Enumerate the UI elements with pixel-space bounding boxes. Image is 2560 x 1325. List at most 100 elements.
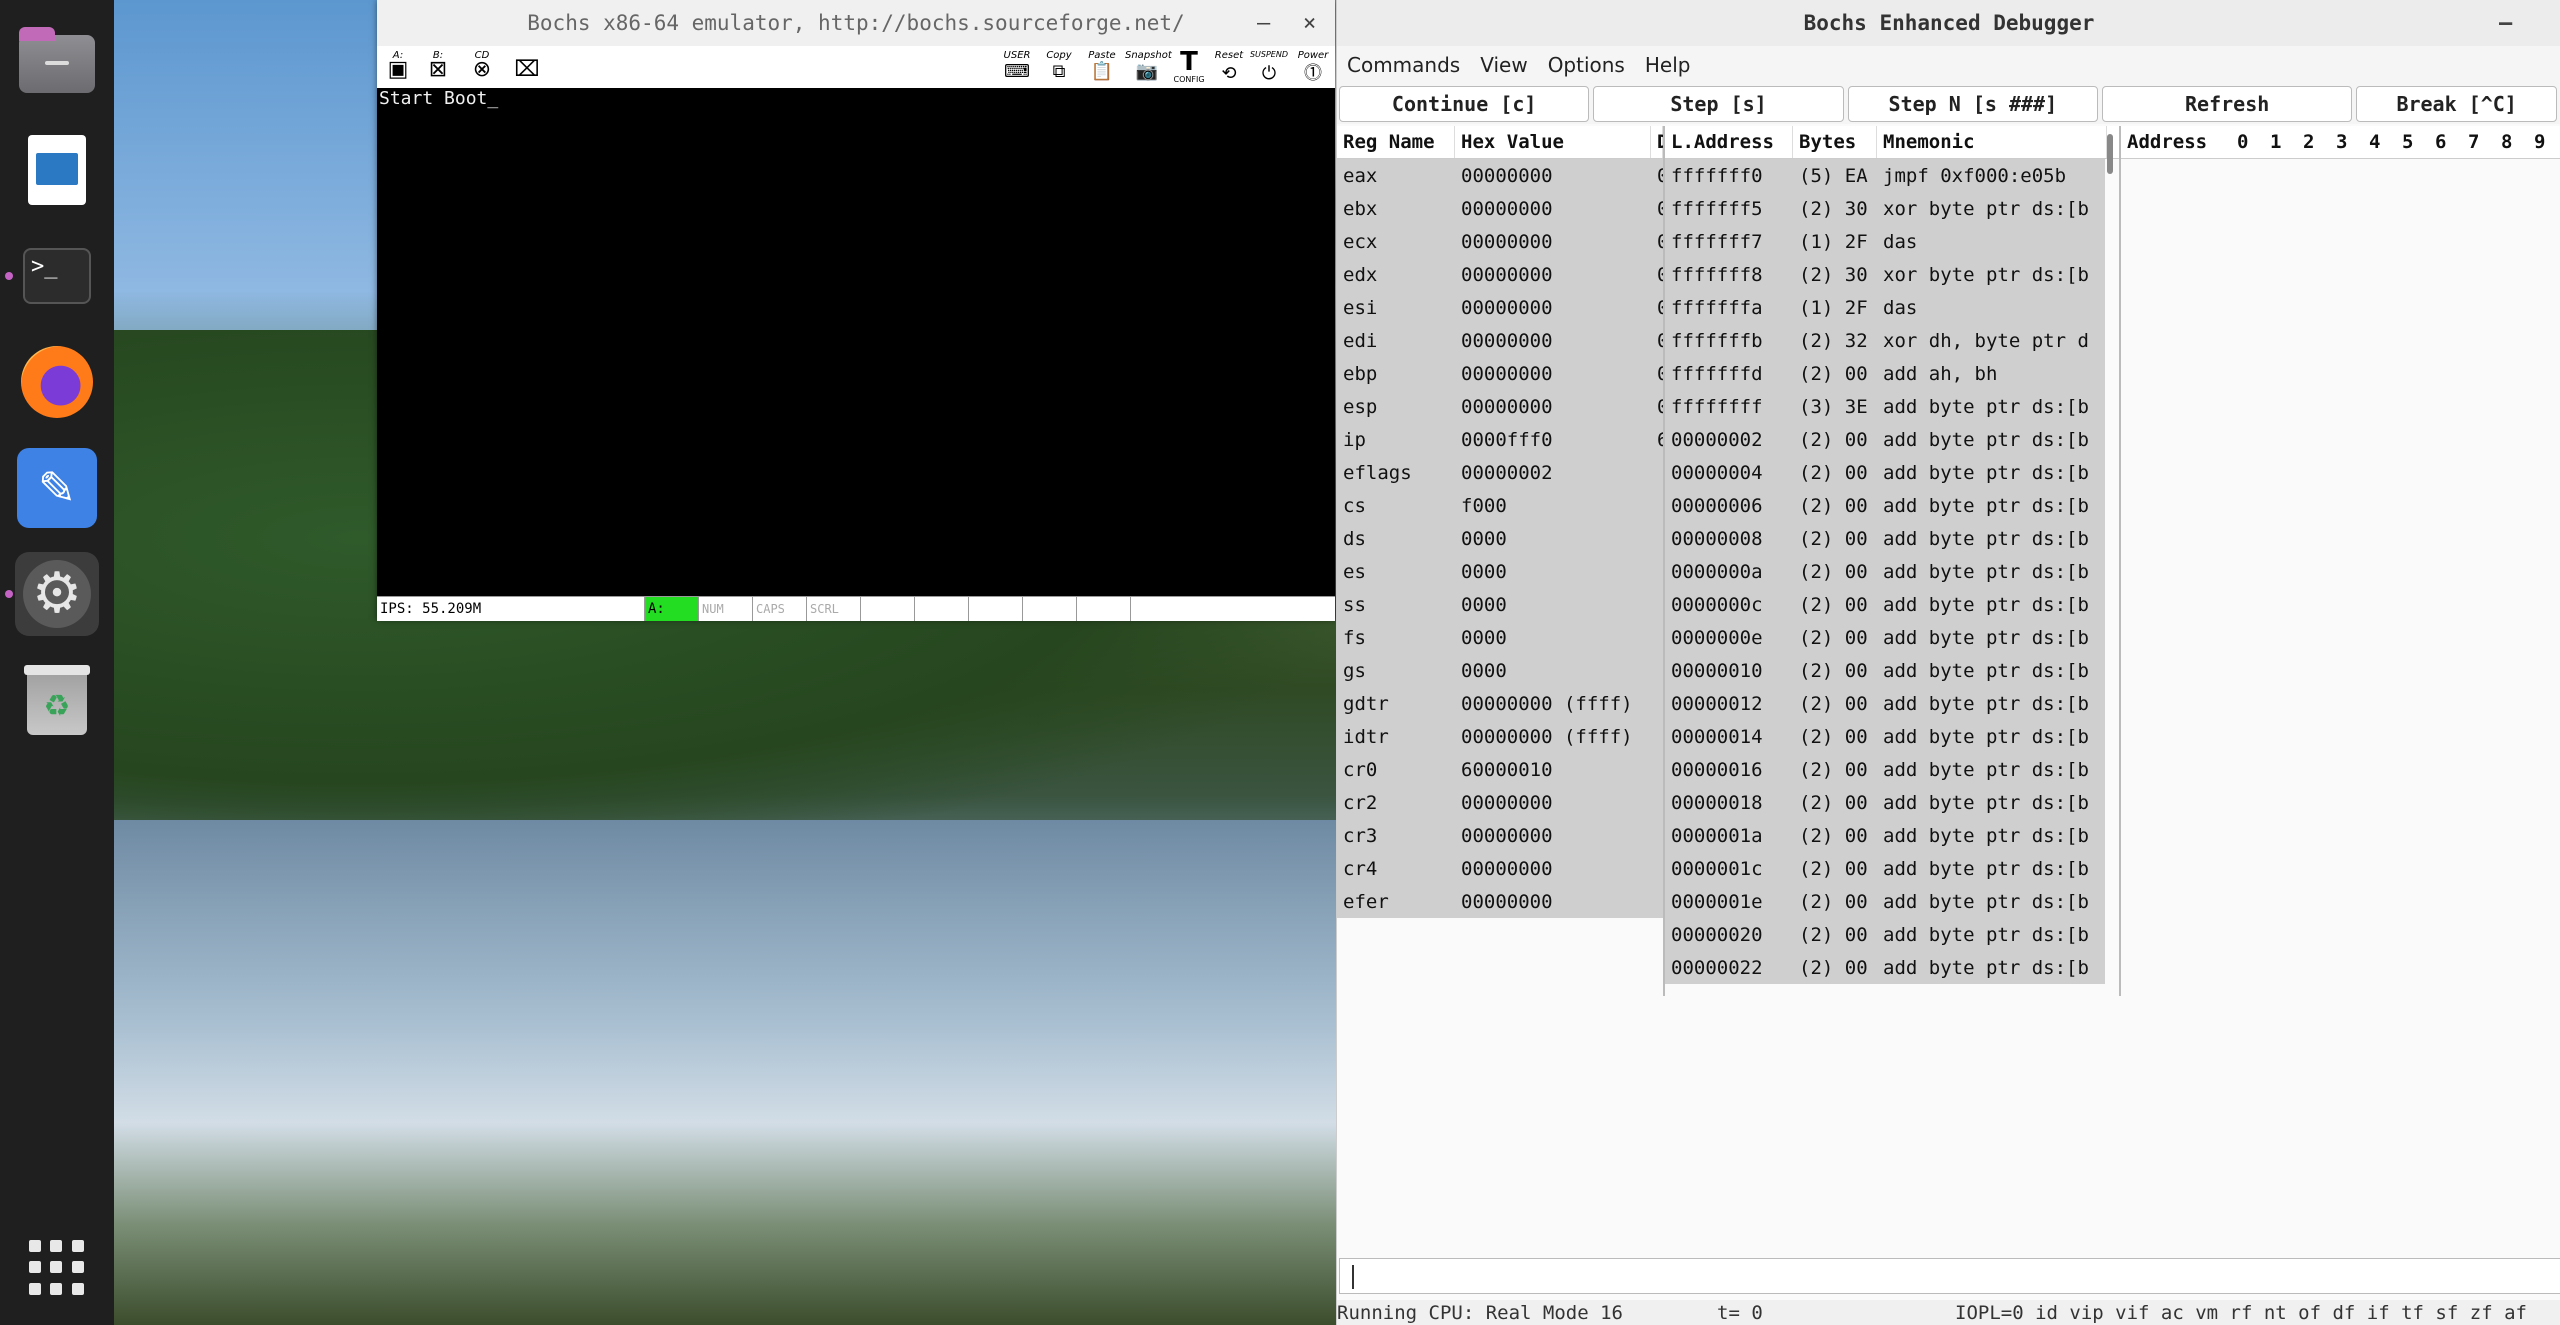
col-mem-address[interactable]: Address — [2121, 126, 2231, 158]
disassembly-row[interactable]: fffffffd (2) 00 add ah, bh — [1665, 357, 2105, 390]
minimize-icon[interactable]: – — [2499, 0, 2512, 46]
disassembly-row[interactable]: fffffffa (1) 2F das — [1665, 291, 2105, 324]
disassembly-row[interactable]: fffffff0 (5) EA jmpf 0xf000:e05b — [1665, 159, 2105, 192]
bochs-titlebar[interactable]: Bochs x86-64 emulator, http://bochs.sour… — [377, 0, 1335, 46]
register-row[interactable]: cr3 00000000 — [1337, 819, 1663, 852]
register-row[interactable]: ds 0000 — [1337, 522, 1663, 555]
register-row[interactable]: esp 00000000 0 — [1337, 390, 1663, 423]
disassembly-row[interactable]: fffffffb (2) 32 xor dh, byte ptr d — [1665, 324, 2105, 357]
break-button[interactable]: Break [^C] — [2356, 86, 2557, 122]
register-row[interactable]: es 0000 — [1337, 555, 1663, 588]
dock-trash-icon[interactable]: ♻ — [15, 658, 99, 742]
disassembly-row[interactable]: fffffff5 (2) 30 xor byte ptr ds:[b — [1665, 192, 2105, 225]
disassembly-row[interactable]: 00000020 (2) 00 add byte ptr ds:[b — [1665, 918, 2105, 951]
register-row[interactable]: cr4 00000000 — [1337, 852, 1663, 885]
col-mem-byte[interactable]: 2 — [2297, 126, 2330, 158]
disassembly-row[interactable]: 00000010 (2) 00 add byte ptr ds:[b — [1665, 654, 2105, 687]
disassembly-row[interactable]: 00000002 (2) 00 add byte ptr ds:[b — [1665, 423, 2105, 456]
col-mem-byte[interactable]: 5 — [2396, 126, 2429, 158]
col-reg-name[interactable]: Reg Name — [1337, 126, 1455, 158]
register-row[interactable]: idtr 00000000 (ffff) — [1337, 720, 1663, 753]
register-row[interactable]: esi 00000000 0 — [1337, 291, 1663, 324]
register-row[interactable]: eax 00000000 0 — [1337, 159, 1663, 192]
disassembly-row[interactable]: 00000008 (2) 00 add byte ptr ds:[b — [1665, 522, 2105, 555]
col-laddress[interactable]: L.Address — [1665, 126, 1793, 158]
cdrom-button[interactable]: CD ⊗ — [465, 50, 499, 84]
disassembly-row[interactable]: 0000001a (2) 00 add byte ptr ds:[b — [1665, 819, 2105, 852]
disassembly-row[interactable]: 00000006 (2) 00 add byte ptr ds:[b — [1665, 489, 2105, 522]
disassembly-row[interactable]: 0000000a (2) 00 add byte ptr ds:[b — [1665, 555, 2105, 588]
floppy-a-button[interactable]: A: ▣ — [383, 50, 413, 84]
disassembly-row[interactable]: 00000016 (2) 00 add byte ptr ds:[b — [1665, 753, 2105, 786]
menu-view[interactable]: View — [1470, 53, 1537, 77]
disassembly-row[interactable]: 0000001c (2) 00 add byte ptr ds:[b — [1665, 852, 2105, 885]
refresh-button[interactable]: Refresh — [2101, 86, 2353, 122]
register-row[interactable]: edi 00000000 0 — [1337, 324, 1663, 357]
step-n-button[interactable]: Step N [s ###] — [1847, 86, 2098, 122]
col-mem-byte[interactable]: 4 — [2363, 126, 2396, 158]
register-row[interactable]: edx 00000000 0 — [1337, 258, 1663, 291]
dock-notes-icon[interactable]: ✎ — [15, 446, 99, 530]
disassembly-row[interactable]: 0000000c (2) 00 add byte ptr ds:[b — [1665, 588, 2105, 621]
register-row[interactable]: cr0 60000010 — [1337, 753, 1663, 786]
col-mem-byte[interactable]: 3 — [2330, 126, 2363, 158]
dock-firefox-icon[interactable] — [15, 340, 99, 424]
dock-impress-icon[interactable] — [15, 128, 99, 212]
show-apps-icon[interactable] — [29, 1240, 85, 1296]
col-mem-byte[interactable]: 6 — [2429, 126, 2462, 158]
col-mem-byte[interactable]: 7 — [2462, 126, 2495, 158]
disassembly-row[interactable]: fffffff7 (1) 2F das — [1665, 225, 2105, 258]
continue-button[interactable]: Continue [c] — [1339, 86, 1590, 122]
menu-options[interactable]: Options — [1538, 53, 1635, 77]
register-row[interactable]: fs 0000 — [1337, 621, 1663, 654]
snapshot-button[interactable]: Snapshot 📷 — [1125, 50, 1172, 84]
dock-files-icon[interactable] — [15, 22, 99, 106]
minimize-icon[interactable]: – — [1257, 0, 1270, 46]
register-row[interactable]: cr2 00000000 — [1337, 786, 1663, 819]
floppy-b-button[interactable]: B: ⊠ — [423, 50, 453, 84]
command-input[interactable] — [1339, 1258, 2560, 1294]
reset-button[interactable]: Reset ⟲ — [1211, 50, 1247, 84]
dock-settings-icon[interactable]: ⚙ — [5, 552, 99, 636]
register-row[interactable]: efer 00000000 — [1337, 885, 1663, 918]
register-row[interactable]: gdtr 00000000 (ffff) — [1337, 687, 1663, 720]
config-button[interactable]: T CONFIG — [1171, 49, 1207, 84]
register-row[interactable]: ebp 00000000 0 — [1337, 357, 1663, 390]
register-row[interactable]: ecx 00000000 0 — [1337, 225, 1663, 258]
register-row[interactable]: ip 0000fff0 6 — [1337, 423, 1663, 456]
disassembly-row[interactable]: 00000004 (2) 00 add byte ptr ds:[b — [1665, 456, 2105, 489]
disassembly-row[interactable]: ffffffff (3) 3E add byte ptr ds:[b — [1665, 390, 2105, 423]
disassembly-row[interactable]: 00000014 (2) 00 add byte ptr ds:[b — [1665, 720, 2105, 753]
col-mem-byte[interactable]: 8 — [2495, 126, 2528, 158]
col-bytes[interactable]: Bytes — [1793, 126, 1877, 158]
suspend-button[interactable]: SUSPEND ⏻ — [1249, 50, 1289, 84]
debugger-titlebar[interactable]: Bochs Enhanced Debugger – — [1337, 0, 2560, 46]
col-hex-value[interactable]: Hex Value — [1455, 126, 1651, 158]
emulator-screen[interactable]: Start Boot_ — [377, 88, 1335, 596]
disassembly-row[interactable]: 00000022 (2) 00 add byte ptr ds:[b — [1665, 951, 2105, 984]
disassembly-row[interactable]: 0000001e (2) 00 add byte ptr ds:[b — [1665, 885, 2105, 918]
col-mem-byte[interactable]: 9 — [2528, 126, 2560, 158]
col-mem-byte[interactable]: 0 — [2231, 126, 2264, 158]
user-button[interactable]: USER ⌨ — [997, 50, 1037, 84]
disassembly-vscrollbar[interactable] — [2107, 134, 2113, 174]
menu-commands[interactable]: Commands — [1337, 53, 1470, 77]
menu-help[interactable]: Help — [1635, 53, 1701, 77]
close-icon[interactable]: × — [1303, 0, 1316, 46]
step-button[interactable]: Step [s] — [1593, 86, 1844, 122]
cdrom-2-button[interactable]: ⌧ — [507, 50, 547, 84]
dock-terminal-icon[interactable]: >_ — [5, 234, 99, 318]
register-row[interactable]: ebx 00000000 0 — [1337, 192, 1663, 225]
disassembly-row[interactable]: 00000012 (2) 00 add byte ptr ds:[b — [1665, 687, 2105, 720]
power-button[interactable]: Power ⓵ — [1293, 50, 1333, 84]
register-row[interactable]: ss 0000 — [1337, 588, 1663, 621]
disassembly-row[interactable]: 00000018 (2) 00 add byte ptr ds:[b — [1665, 786, 2105, 819]
register-row[interactable]: cs f000 — [1337, 489, 1663, 522]
register-row[interactable]: eflags 00000002 — [1337, 456, 1663, 489]
col-mem-byte[interactable]: 1 — [2264, 126, 2297, 158]
paste-button[interactable]: Paste 📋 — [1083, 50, 1121, 84]
disassembly-row[interactable]: fffffff8 (2) 30 xor byte ptr ds:[b — [1665, 258, 2105, 291]
register-row[interactable]: gs 0000 — [1337, 654, 1663, 687]
col-mnemonic[interactable]: Mnemonic — [1877, 126, 2107, 158]
disassembly-row[interactable]: 0000000e (2) 00 add byte ptr ds:[b — [1665, 621, 2105, 654]
